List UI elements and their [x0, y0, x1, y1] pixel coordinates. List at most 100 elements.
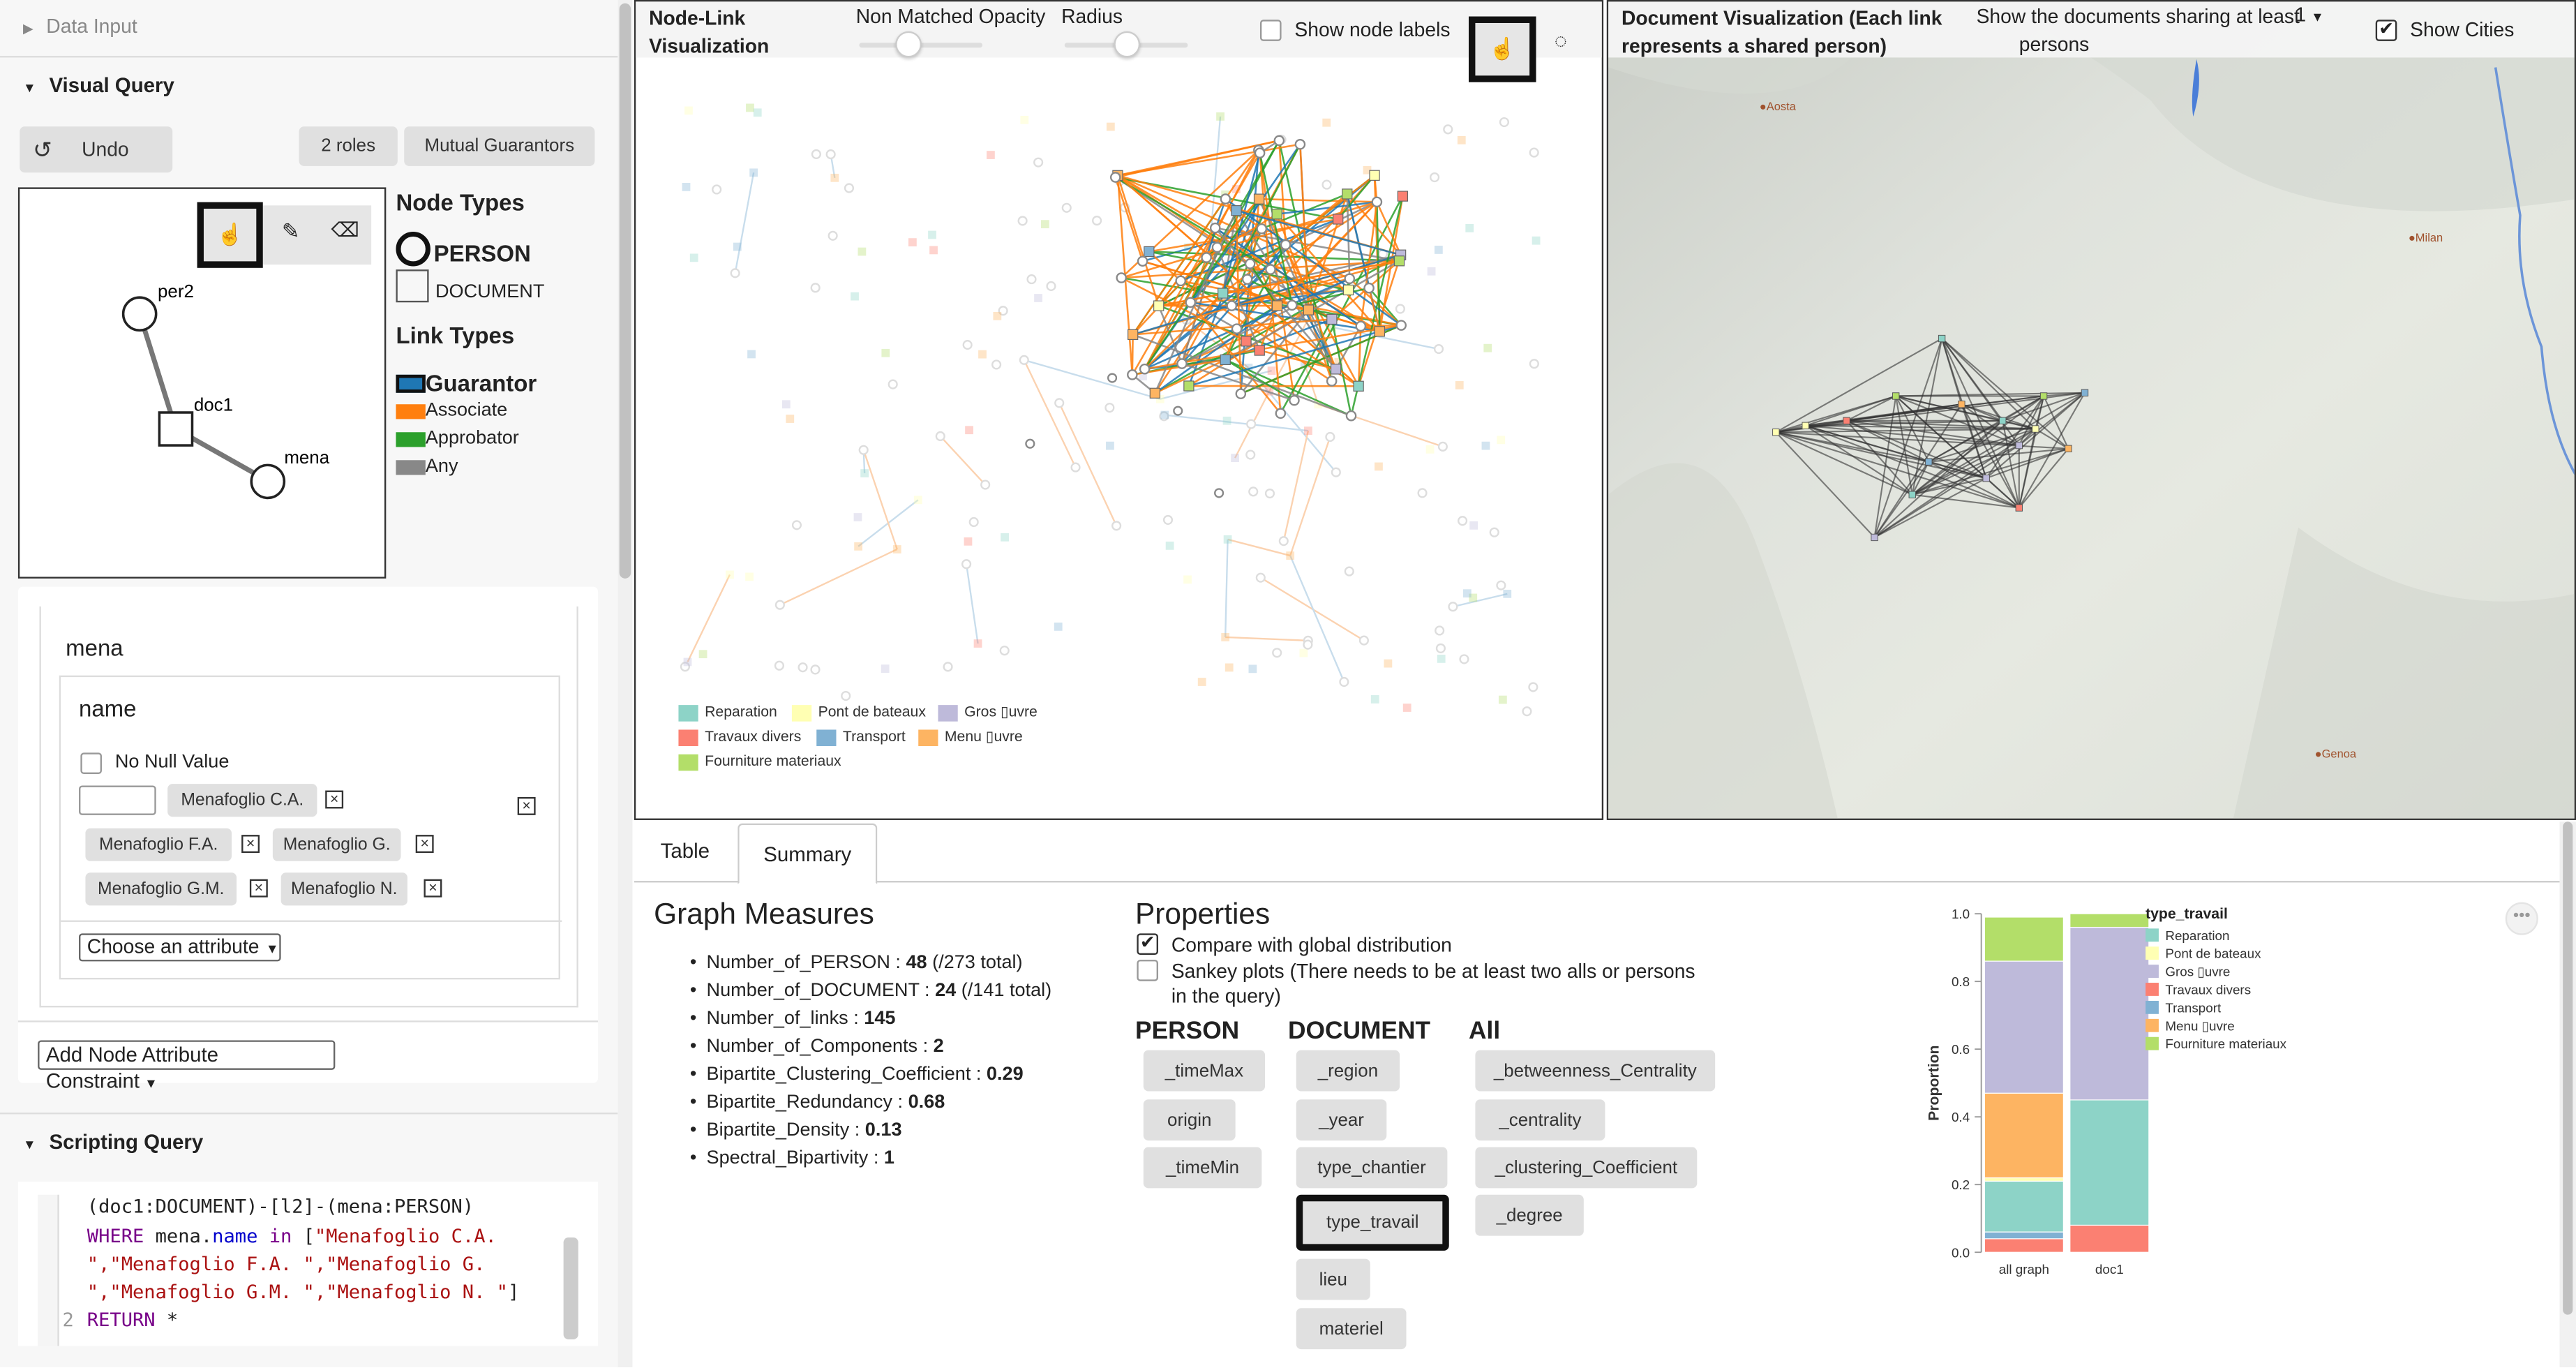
- sankey-checkbox[interactable]: [1137, 960, 1158, 981]
- two-roles-button[interactable]: 2 roles: [299, 126, 398, 166]
- visual-query-canvas[interactable]: ☝ ✎ ⌫ per2 doc1 mena: [17, 187, 387, 579]
- code-scrollbar[interactable]: [563, 1237, 578, 1339]
- graph-link-faded: [687, 574, 731, 662]
- compare-checkbox[interactable]: ✔: [1137, 933, 1158, 956]
- tab-summary[interactable]: Summary: [737, 823, 878, 884]
- code-property: name: [212, 1224, 258, 1248]
- graph-node-faded: [999, 646, 1010, 656]
- divider: [0, 1113, 618, 1115]
- remove-value-icon[interactable]: ×: [241, 835, 260, 854]
- value-input[interactable]: [79, 785, 156, 815]
- left-scrollbar-thumb[interactable]: [619, 3, 631, 579]
- legend-label: Fourniture materiaux: [705, 752, 841, 769]
- remove-attribute-icon[interactable]: ×: [517, 796, 536, 815]
- scripting-query-header[interactable]: ▼ Scripting Query: [23, 1131, 203, 1154]
- measure-value: 2: [933, 1036, 944, 1057]
- chart-menu-button[interactable]: •••: [2505, 902, 2538, 935]
- graph-link: [1259, 198, 1377, 203]
- prop-button-clustering[interactable]: _clustering_Coefficient: [1475, 1147, 1698, 1189]
- data-input-header[interactable]: ▶ Data Input: [23, 15, 137, 38]
- graph-node-person: [1109, 172, 1121, 183]
- measure-suffix: (/141 total): [956, 981, 1052, 1001]
- bar-segment: [1984, 916, 2064, 962]
- code-string: "Menafoglio C.A.: [314, 1224, 497, 1248]
- graph-node-faded: [888, 379, 898, 389]
- city-label-milan: ●Milan: [2409, 233, 2443, 244]
- graph-doc-faded: [1434, 246, 1443, 254]
- choose-attribute-select[interactable]: Choose an attribute ▼: [79, 933, 281, 962]
- graph-node-document: [1183, 380, 1195, 392]
- query-node-doc1[interactable]: [158, 411, 194, 447]
- radius-slider-thumb[interactable]: [1113, 31, 1139, 58]
- graph-node-faded: [811, 149, 821, 159]
- undo-icon: ↺: [33, 135, 52, 162]
- add-constraint-select[interactable]: Add Node Attribute Constraint ▼: [38, 1040, 336, 1093]
- graph-doc-faded: [1402, 704, 1411, 712]
- undo-label: Undo: [82, 137, 129, 161]
- query-graph[interactable]: per2 doc1 mena: [20, 189, 384, 577]
- mutual-guarantors-button[interactable]: Mutual Guarantors: [404, 126, 595, 166]
- no-null-checkbox[interactable]: [80, 752, 102, 775]
- bar-segment: [1984, 1177, 2064, 1182]
- graph-node-faded: [1435, 625, 1445, 636]
- graph-node-person: [1275, 408, 1287, 419]
- remove-value-icon[interactable]: ×: [325, 790, 344, 809]
- prop-button-timemax[interactable]: _timeMax: [1143, 1050, 1266, 1092]
- code-line: ","Menafoglio G.M. ","Menafoglio N. "]: [87, 1279, 520, 1307]
- person-node-swatch: [396, 231, 430, 267]
- doc-link: [1911, 338, 1943, 495]
- prop-button-centrality[interactable]: _centrality: [1475, 1099, 1605, 1141]
- graph-node-faded: [968, 516, 979, 528]
- measure-value: 0.13: [864, 1120, 902, 1141]
- graph-doc-faded: [993, 311, 1002, 320]
- constraint-node-name: mena: [66, 634, 123, 661]
- bottom-scrollbar-thumb[interactable]: [2563, 821, 2573, 1315]
- prop-button-degree[interactable]: _degree: [1475, 1194, 1584, 1236]
- undo-button[interactable]: ↺ Undo: [20, 126, 173, 173]
- city-name: Aosta: [1766, 101, 1796, 114]
- prop-button-betweenness[interactable]: _betweenness_Centrality: [1475, 1050, 1716, 1092]
- bottom-scrollbar[interactable]: [2559, 821, 2576, 1368]
- measure-key: Bipartite_Density :: [706, 1120, 865, 1141]
- visual-query-header[interactable]: ▼ Visual Query: [23, 74, 174, 97]
- legend-swatch: [2146, 1036, 2159, 1050]
- properties-title: Properties: [1135, 897, 1271, 930]
- code-token: [: [303, 1224, 315, 1248]
- graph-node-faded: [1017, 216, 1028, 226]
- graph-node-person: [1345, 410, 1357, 422]
- prop-button-region[interactable]: _region: [1296, 1050, 1400, 1092]
- prop-button-type-chantier[interactable]: type_chantier: [1296, 1147, 1448, 1189]
- show-labels-checkbox[interactable]: [1259, 20, 1282, 41]
- divider: [0, 56, 618, 58]
- graph-node-person: [1185, 297, 1197, 308]
- opacity-slider-thumb[interactable]: [895, 31, 922, 58]
- graph-node-person: [1256, 223, 1268, 235]
- remove-value-icon[interactable]: ×: [249, 879, 268, 898]
- graph-doc-faded: [908, 238, 917, 247]
- query-node-mena[interactable]: [250, 463, 286, 500]
- graph-doc-faded: [1462, 589, 1472, 598]
- prop-button-timemin[interactable]: _timeMin: [1143, 1147, 1262, 1189]
- graph-doc-faded: [851, 292, 859, 301]
- graph-node-faded: [774, 660, 784, 671]
- left-scrollbar[interactable]: [617, 0, 633, 1368]
- prop-button-origin[interactable]: origin: [1143, 1099, 1236, 1141]
- remove-value-icon[interactable]: ×: [415, 835, 434, 854]
- prop-button-year[interactable]: _year: [1296, 1099, 1387, 1141]
- measure-value: 1: [883, 1148, 894, 1169]
- divider: [61, 920, 562, 922]
- measure-key: Number_of_PERSON :: [706, 953, 906, 973]
- query-node-per2[interactable]: [121, 296, 158, 332]
- document-graph[interactable]: [1608, 1, 2576, 820]
- graph-node-faded: [1522, 706, 1532, 717]
- code-editor[interactable]: (doc1:DOCUMENT)-[l2]-(mena:PERSON) WHERE…: [17, 1181, 599, 1346]
- doc-node: [1908, 491, 1916, 498]
- prop-button-lieu[interactable]: lieu: [1296, 1258, 1370, 1300]
- measure-item: Spectral_Bipartivity : 1: [690, 1145, 1051, 1173]
- link-type-associate-label: Associate: [425, 401, 508, 421]
- prop-button-materiel[interactable]: materiel: [1296, 1308, 1407, 1350]
- tab-table[interactable]: Table: [634, 821, 736, 881]
- remove-value-icon[interactable]: ×: [424, 879, 442, 898]
- prop-button-type-travail[interactable]: type_travail: [1296, 1194, 1449, 1251]
- query-label-per2: per2: [158, 282, 194, 302]
